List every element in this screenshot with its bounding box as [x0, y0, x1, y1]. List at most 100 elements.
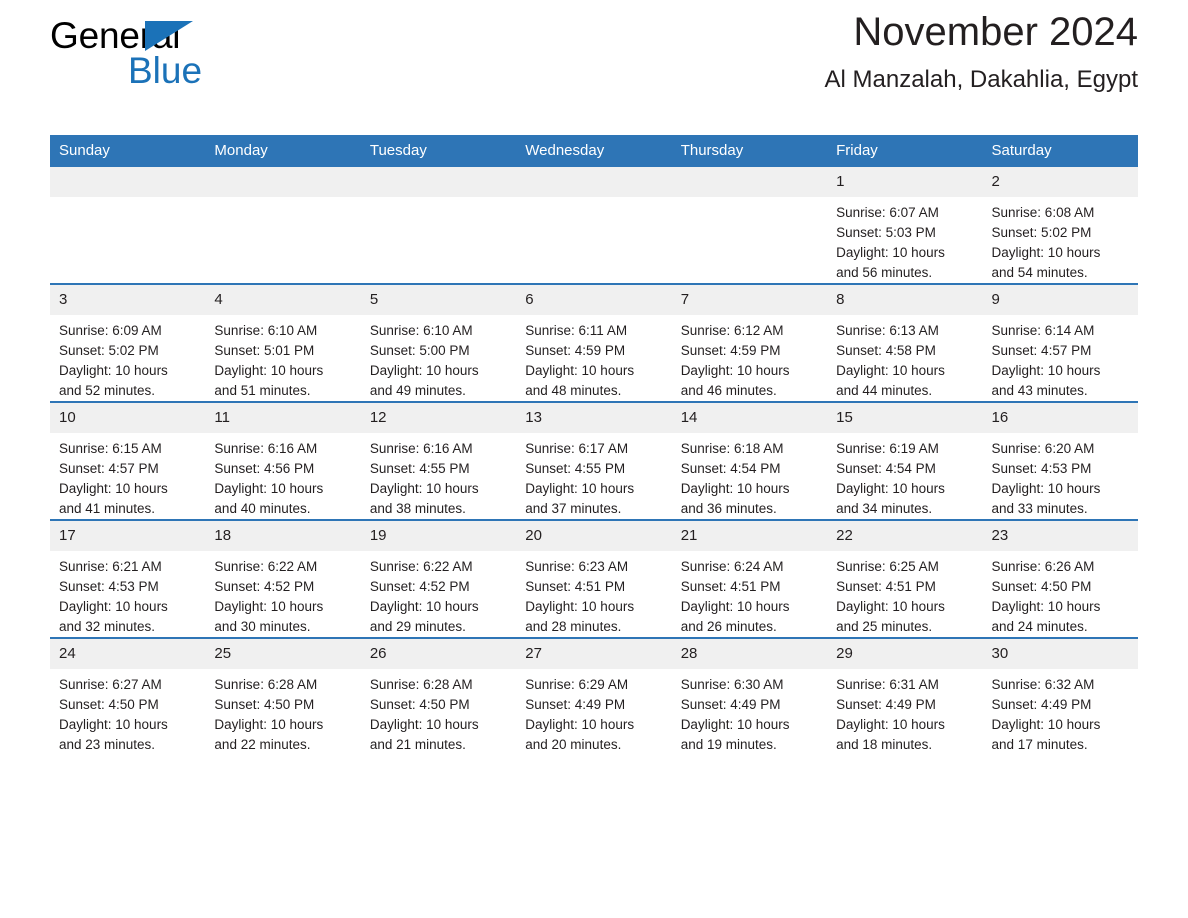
- day-details: Sunrise: 6:15 AM Sunset: 4:57 PM Daylight:…: [50, 433, 205, 519]
- calendar-day-cell[interactable]: 15 Sunrise: 6:19 AM Sunset: 4:54 PM Dayligh…: [827, 401, 983, 520]
- calendar-day-cell[interactable]: 13 Sunrise: 6:17 AM Sunset: 4:55 PM Dayligh…: [516, 401, 672, 520]
- calendar-week-row: 24 Sunrise: 6:27 AM Sunset: 4:50 PM Dayligh…: [50, 637, 1138, 755]
- daylight-duration-line1: Daylight: 10 hours: [836, 717, 945, 732]
- calendar-day-cell[interactable]: 6 Sunrise: 6:11 AM Sunset: 4:59 PM Daylight…: [516, 283, 672, 402]
- calendar-day-cell[interactable]: 27 Sunrise: 6:29 AM Sunset: 4:49 PM Dayligh…: [516, 637, 672, 755]
- daylight-duration-line1: Daylight: 10 hours: [836, 599, 945, 614]
- day-number: 23: [982, 521, 1138, 551]
- sunrise-time: Sunrise: 6:10 AM: [369, 323, 473, 338]
- calendar-header-row: Sunday Monday Tuesday Wednesday Thursday Frid…: [50, 135, 1138, 167]
- daylight-duration-line2: and 19 minutes.: [680, 737, 777, 752]
- daylight-duration-line1: Daylight: 10 hours: [525, 717, 635, 732]
- sunrise-time: Sunrise: 6:18 AM: [680, 441, 784, 456]
- calendar-day-cell-empty: [671, 167, 828, 284]
- calendar-day-cell[interactable]: 24 Sunrise: 6:27 AM Sunset: 4:50 PM Dayligh…: [50, 637, 206, 755]
- sunset-time: Sunset: 5:02 PM: [991, 225, 1092, 240]
- calendar-day-cell[interactable]: 19 Sunrise: 6:22 AM Sunset: 4:52 PM Dayligh…: [360, 519, 517, 638]
- day-details: Sunrise: 6:09 AM Sunset: 5:02 PM Daylight:…: [50, 315, 205, 401]
- calendar-day-cell[interactable]: 22 Sunrise: 6:25 AM Sunset: 4:51 PM Dayligh…: [827, 519, 983, 638]
- day-details: Sunrise: 6:13 AM Sunset: 4:58 PM Daylight:…: [827, 315, 982, 401]
- day-number: 30: [982, 639, 1138, 669]
- day-number: [671, 167, 828, 197]
- daylight-duration-line2: and 32 minutes.: [59, 619, 156, 634]
- daylight-duration-line1: Daylight: 10 hours: [680, 717, 790, 732]
- calendar-day-cell[interactable]: 11 Sunrise: 6:16 AM Sunset: 4:56 PM Dayligh…: [205, 401, 361, 520]
- daylight-duration-line1: Daylight: 10 hours: [991, 717, 1101, 732]
- calendar-day-cell[interactable]: 29 Sunrise: 6:31 AM Sunset: 4:49 PM Dayligh…: [827, 637, 983, 755]
- daylight-duration-line1: Daylight: 10 hours: [525, 363, 635, 378]
- day-details: Sunrise: 6:24 AM Sunset: 4:51 PM Daylight:…: [672, 551, 827, 637]
- daylight-duration-line2: and 28 minutes.: [525, 619, 622, 634]
- calendar-day-cell[interactable]: 3 Sunrise: 6:09 AM Sunset: 5:02 PM Daylight…: [50, 283, 206, 402]
- calendar-day-cell[interactable]: 23 Sunrise: 6:26 AM Sunset: 4:50 PM Dayligh…: [982, 519, 1138, 638]
- calendar-day-cell[interactable]: 2 Sunrise: 6:08 AM Sunset: 5:02 PM Daylight…: [982, 167, 1138, 284]
- weekday-header-saturday: Saturday: [982, 135, 1138, 167]
- daylight-duration-line1: Daylight: 10 hours: [991, 481, 1101, 496]
- weekday-header-wednesday: Wednesday: [516, 135, 672, 167]
- calendar-day-cell[interactable]: 21 Sunrise: 6:24 AM Sunset: 4:51 PM Dayligh…: [671, 519, 828, 638]
- day-number: [360, 167, 517, 197]
- calendar-day-cell[interactable]: 28 Sunrise: 6:30 AM Sunset: 4:49 PM Dayligh…: [671, 637, 828, 755]
- calendar-day-cell[interactable]: 8 Sunrise: 6:13 AM Sunset: 4:58 PM Daylight…: [827, 283, 983, 402]
- calendar-day-cell[interactable]: 18 Sunrise: 6:22 AM Sunset: 4:52 PM Dayligh…: [205, 519, 361, 638]
- daylight-duration-line1: Daylight: 10 hours: [214, 717, 324, 732]
- calendar-day-cell[interactable]: 20 Sunrise: 6:23 AM Sunset: 4:51 PM Dayligh…: [516, 519, 672, 638]
- day-number: 20: [516, 521, 672, 551]
- sunset-time: Sunset: 4:59 PM: [525, 343, 626, 358]
- calendar-week-row: 17 Sunrise: 6:21 AM Sunset: 4:53 PM Dayligh…: [50, 519, 1138, 638]
- day-details: Sunrise: 6:17 AM Sunset: 4:55 PM Daylight:…: [516, 433, 671, 519]
- day-details: Sunrise: 6:27 AM Sunset: 4:50 PM Daylight:…: [50, 669, 205, 755]
- day-details: Sunrise: 6:22 AM Sunset: 4:52 PM Daylight:…: [361, 551, 516, 637]
- calendar-day-cell-empty: [516, 167, 672, 284]
- day-details: Sunrise: 6:07 AM Sunset: 5:03 PM Daylight:…: [827, 197, 982, 283]
- day-number: 28: [671, 639, 828, 669]
- sunrise-time: Sunrise: 6:24 AM: [680, 559, 784, 574]
- sunrise-time: Sunrise: 6:25 AM: [836, 559, 939, 574]
- daylight-duration-line2: and 38 minutes.: [369, 501, 466, 516]
- calendar-day-cell[interactable]: 16 Sunrise: 6:20 AM Sunset: 4:53 PM Dayligh…: [982, 401, 1138, 520]
- day-details: Sunrise: 6:28 AM Sunset: 4:50 PM Daylight:…: [361, 669, 516, 755]
- sunset-time: Sunset: 4:50 PM: [369, 697, 470, 712]
- daylight-duration-line1: Daylight: 10 hours: [836, 481, 945, 496]
- calendar-day-cell[interactable]: 17 Sunrise: 6:21 AM Sunset: 4:53 PM Dayligh…: [50, 519, 206, 638]
- calendar-day-cell[interactable]: 9 Sunrise: 6:14 AM Sunset: 4:57 PM Daylight…: [982, 283, 1138, 402]
- daylight-duration-line1: Daylight: 10 hours: [525, 481, 635, 496]
- day-details: Sunrise: 6:16 AM Sunset: 4:55 PM Daylight:…: [361, 433, 516, 519]
- sunrise-time: Sunrise: 6:32 AM: [991, 677, 1095, 692]
- daylight-duration-line1: Daylight: 10 hours: [59, 481, 168, 496]
- day-number: 22: [827, 521, 983, 551]
- calendar-day-cell[interactable]: 1 Sunrise: 6:07 AM Sunset: 5:03 PM Daylight…: [827, 167, 983, 284]
- day-details: Sunrise: 6:12 AM Sunset: 4:59 PM Daylight:…: [672, 315, 827, 401]
- day-number: 3: [50, 285, 206, 315]
- sunset-time: Sunset: 4:50 PM: [214, 697, 315, 712]
- sunrise-time: Sunrise: 6:20 AM: [991, 441, 1095, 456]
- daylight-duration-line1: Daylight: 10 hours: [59, 599, 168, 614]
- page-header: General Blue November 2024 Al Manzalah, …: [50, 0, 1138, 120]
- calendar-day-cell[interactable]: 7 Sunrise: 6:12 AM Sunset: 4:59 PM Daylight…: [671, 283, 828, 402]
- sunset-time: Sunset: 4:51 PM: [680, 579, 781, 594]
- sunset-time: Sunset: 4:52 PM: [369, 579, 470, 594]
- calendar-day-cell[interactable]: 10 Sunrise: 6:15 AM Sunset: 4:57 PM Dayligh…: [50, 401, 206, 520]
- sunrise-time: Sunrise: 6:27 AM: [59, 677, 162, 692]
- sunrise-time: Sunrise: 6:14 AM: [991, 323, 1095, 338]
- daylight-duration-line1: Daylight: 10 hours: [680, 363, 790, 378]
- sunrise-time: Sunrise: 6:31 AM: [836, 677, 939, 692]
- calendar-day-cell[interactable]: 12 Sunrise: 6:16 AM Sunset: 4:55 PM Dayligh…: [360, 401, 517, 520]
- calendar-day-cell[interactable]: 25 Sunrise: 6:28 AM Sunset: 4:50 PM Dayligh…: [205, 637, 361, 755]
- calendar-day-cell[interactable]: 4 Sunrise: 6:10 AM Sunset: 5:01 PM Daylight…: [205, 283, 361, 402]
- calendar-day-cell[interactable]: 30 Sunrise: 6:32 AM Sunset: 4:49 PM Dayligh…: [982, 637, 1138, 755]
- sunrise-time: Sunrise: 6:23 AM: [525, 559, 629, 574]
- calendar-day-cell-empty: [360, 167, 517, 284]
- sunset-time: Sunset: 4:51 PM: [525, 579, 626, 594]
- calendar-day-cell[interactable]: 14 Sunrise: 6:18 AM Sunset: 4:54 PM Dayligh…: [671, 401, 828, 520]
- daylight-duration-line1: Daylight: 10 hours: [991, 363, 1101, 378]
- day-details: Sunrise: 6:26 AM Sunset: 4:50 PM Daylight:…: [983, 551, 1138, 637]
- calendar-day-cell[interactable]: 5 Sunrise: 6:10 AM Sunset: 5:00 PM Daylight…: [360, 283, 517, 402]
- day-details: Sunrise: 6:19 AM Sunset: 4:54 PM Daylight:…: [827, 433, 982, 519]
- day-details: Sunrise: 6:11 AM Sunset: 4:59 PM Daylight:…: [516, 315, 671, 401]
- weekday-header-thursday: Thursday: [671, 135, 828, 167]
- day-details: Sunrise: 6:14 AM Sunset: 4:57 PM Daylight:…: [983, 315, 1138, 401]
- daylight-duration-line1: Daylight: 10 hours: [680, 481, 790, 496]
- daylight-duration-line2: and 25 minutes.: [836, 619, 933, 634]
- calendar-day-cell[interactable]: 26 Sunrise: 6:28 AM Sunset: 4:50 PM Dayligh…: [360, 637, 517, 755]
